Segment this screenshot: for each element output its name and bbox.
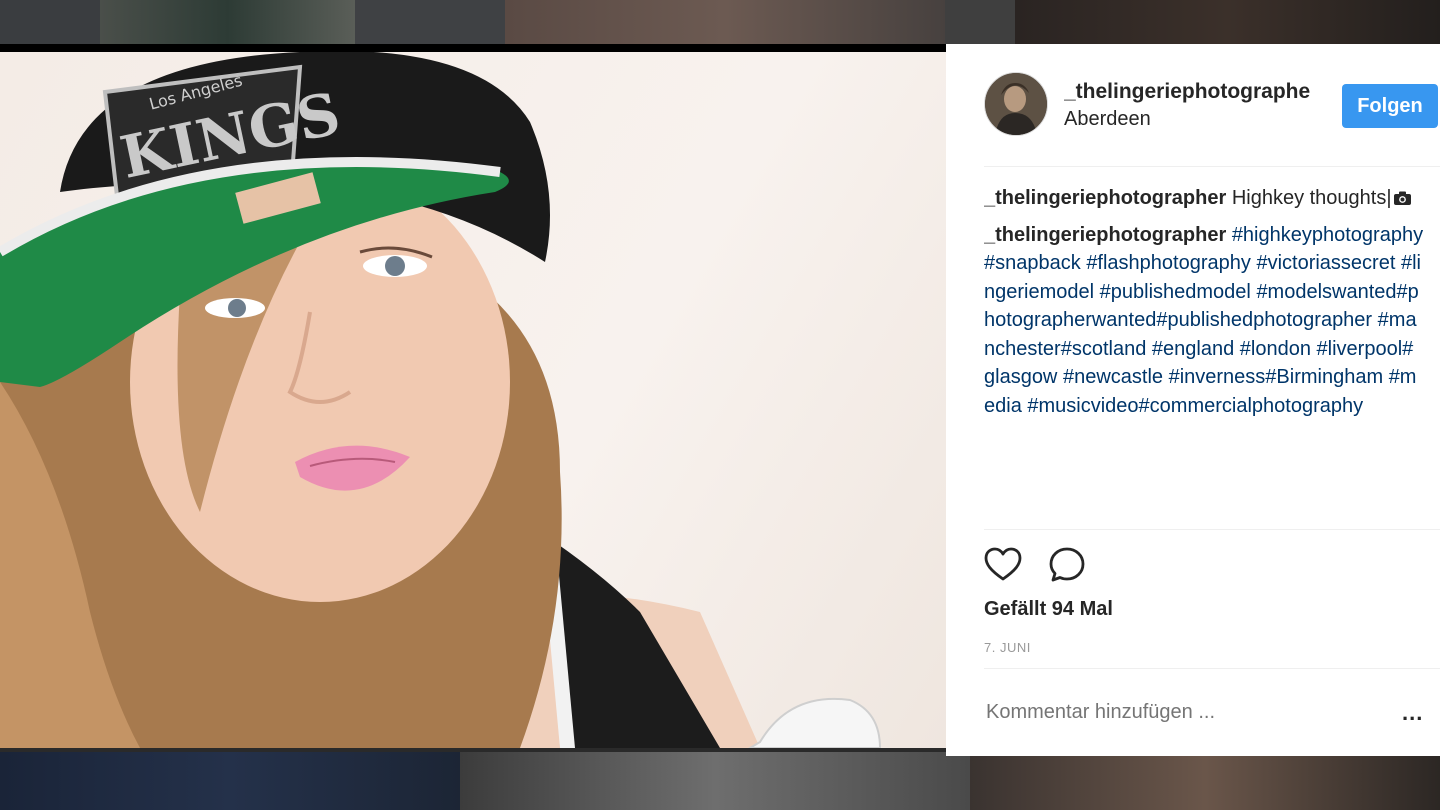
post-header: _thelingeriephotographer Aberdeen Folgen [984, 72, 1440, 142]
hashtag-link[interactable]: #musicvideo [1027, 395, 1138, 417]
comments-list[interactable]: _thelingeriephotographer Highkey thought… [984, 184, 1424, 529]
background-tile [0, 752, 460, 810]
comment-input[interactable] [984, 700, 1388, 725]
avatar[interactable] [984, 72, 1048, 136]
background-tile [970, 752, 1440, 810]
hashtag-link[interactable]: #newcastle [1063, 366, 1163, 388]
hashtag-link[interactable]: #Birmingham [1265, 366, 1383, 388]
background-tile [945, 0, 1015, 44]
caption-comment: _thelingeriephotographer Highkey thought… [984, 184, 1424, 213]
hashtag-comment: _thelingeriephotographer #highkeyphotogr… [984, 221, 1424, 421]
caption-text: Highkey thoughts| [1231, 187, 1392, 209]
portrait-illustration: KINGS Los Angeles [0, 52, 882, 748]
hashtag-link[interactable]: #scotland [1061, 338, 1147, 360]
heart-icon[interactable] [984, 546, 1022, 584]
hashtag-link[interactable]: #london [1240, 338, 1311, 360]
background-tile [355, 0, 505, 44]
hashtag-link[interactable]: #flashphotography [1086, 252, 1251, 274]
hashtag-link[interactable]: #victoriassecret [1256, 252, 1395, 274]
background-tile [1015, 0, 1440, 44]
background-tile [460, 752, 970, 810]
background-tile [505, 0, 945, 44]
hashtag-link[interactable]: #england [1152, 338, 1234, 360]
post-details-panel: _thelingeriephotographer Aberdeen Folgen… [946, 44, 1440, 756]
background-tile [100, 0, 355, 44]
hashtag-link[interactable]: #inverness [1169, 366, 1266, 388]
post-photo[interactable]: KINGS Los Angeles [0, 52, 946, 748]
location-link[interactable]: Aberdeen [1064, 108, 1151, 131]
camera-icon [1393, 191, 1411, 205]
hashtag-link[interactable]: #highkeyphotography [1232, 224, 1423, 246]
username-link[interactable]: _thelingeriephotographer [1064, 80, 1310, 104]
hashtag-link[interactable]: #publishedphotographer [1156, 309, 1372, 331]
avatar-image [985, 73, 1047, 135]
hashtag-list: #highkeyphotography #snapback #flashphot… [984, 224, 1423, 417]
likes-count[interactable]: Gefällt 94 Mal [984, 598, 1113, 621]
hashtag-link[interactable]: #modelswanted [1256, 281, 1396, 303]
caption-username[interactable]: _thelingeriephotographer [984, 187, 1226, 209]
divider [984, 529, 1440, 530]
hashtag-link[interactable]: #commercialphotography [1139, 395, 1364, 417]
hashtag-link[interactable]: #snapback [984, 252, 1081, 274]
speech-bubble-icon[interactable] [1048, 546, 1086, 584]
comment-username[interactable]: _thelingeriephotographer [984, 224, 1226, 246]
hashtag-link[interactable]: #liverpool [1317, 338, 1403, 360]
more-options-button[interactable]: ... [1402, 700, 1423, 726]
hashtag-link[interactable]: #publishedmodel [1100, 281, 1251, 303]
post-date[interactable]: 7. JUNI [984, 640, 1031, 655]
background-tile [0, 0, 100, 44]
follow-button[interactable]: Folgen [1342, 84, 1438, 128]
photo-top-border [0, 44, 946, 52]
divider [984, 668, 1440, 669]
divider [984, 166, 1440, 167]
